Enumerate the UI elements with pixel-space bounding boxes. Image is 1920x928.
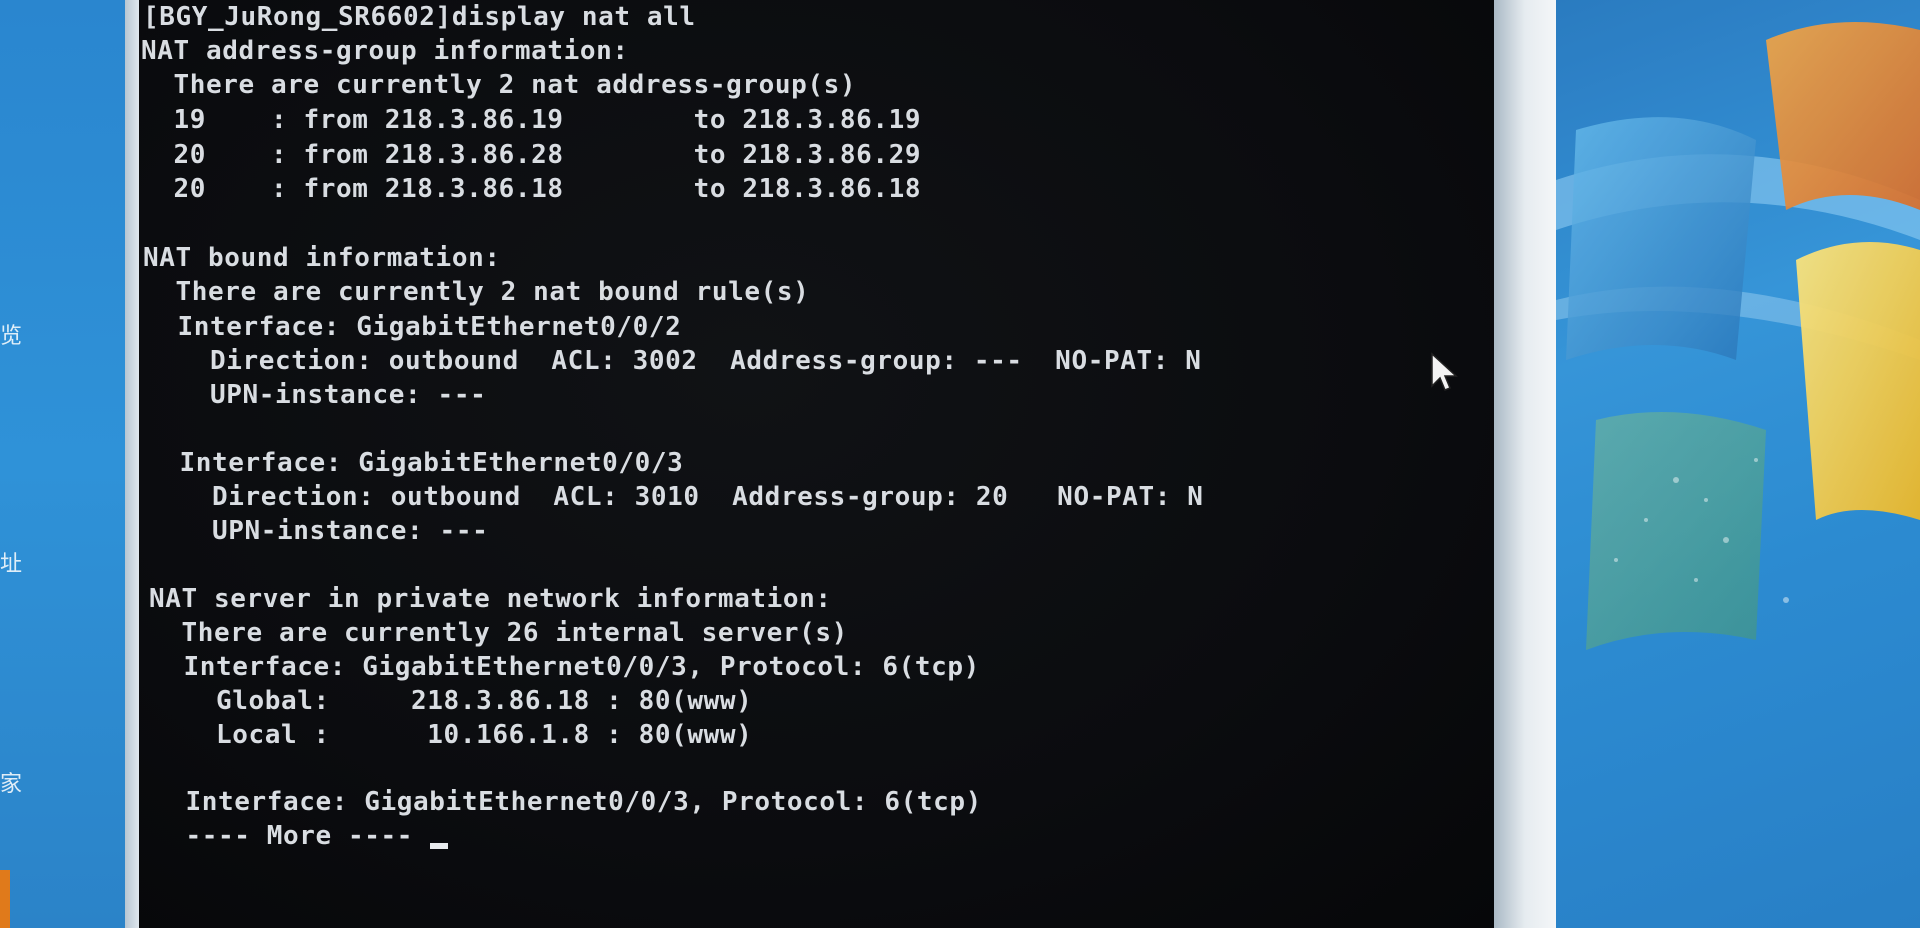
desktop-icon-label[interactable]: 览 — [0, 318, 22, 350]
terminal-more-prompt[interactable]: ---- More ---- — [153, 821, 413, 851]
desktop-wallpaper — [1556, 0, 1920, 928]
terminal-line: NAT address-group information: — [141, 36, 629, 66]
terminal-line: There are currently 2 nat address-group(… — [141, 70, 857, 100]
terminal-line: Interface: GigabitEthernet0/0/3 — [147, 448, 684, 478]
console-window-border-left — [125, 0, 139, 928]
terminal-line: Local : 10.166.1.8 : 80(www) — [151, 720, 753, 750]
terminal-line: Interface: GigabitEthernet0/0/3, Protoco… — [151, 652, 980, 682]
terminal-line: There are currently 26 internal server(s… — [149, 618, 848, 648]
terminal-line: Direction: outbound ACL: 3002 Address-gr… — [145, 346, 1202, 376]
arrow-cursor-icon — [1431, 352, 1458, 391]
terminal-line: Interface: GigabitEthernet0/0/3, Protoco… — [153, 787, 982, 817]
terminal-line: 20 : from 218.3.86.28 to 218.3.86.29 — [141, 140, 922, 170]
console-window-border-right — [1494, 0, 1556, 928]
terminal-line: Interface: GigabitEthernet0/0/2 — [145, 312, 682, 342]
terminal-line: There are currently 2 nat bound rule(s) — [143, 277, 810, 307]
terminal-line: UPN-instance: --- — [147, 516, 489, 546]
terminal-viewport[interactable]: [BGY_JuRong_SR6602]display nat all NAT a… — [139, 0, 1494, 928]
windows-flag-wallpaper — [1556, 0, 1920, 928]
terminal-output: [BGY_JuRong_SR6602]display nat all NAT a… — [139, 0, 1494, 928]
terminal-line: 20 : from 218.3.86.18 to 218.3.86.18 — [141, 174, 922, 204]
text-cursor — [430, 843, 448, 849]
desktop-icon-label[interactable]: 家 — [0, 766, 22, 798]
terminal-line: 19 : from 218.3.86.19 to 218.3.86.19 — [141, 105, 922, 135]
terminal-line: NAT server in private network informatio… — [149, 584, 832, 614]
screen: 览 址 家 [BGY_JuRong_SR6602]display nat all… — [0, 0, 1920, 928]
terminal-line: Direction: outbound ACL: 3010 Address-gr… — [147, 482, 1204, 512]
desktop-icon-fragment[interactable] — [0, 870, 10, 928]
terminal-line-command: [BGY_JuRong_SR6602]display nat all — [143, 2, 696, 32]
terminal-line: Global: 218.3.86.18 : 80(www) — [151, 686, 753, 716]
terminal-line: NAT bound information: — [143, 243, 501, 273]
desktop-left-edge: 览 址 家 — [0, 0, 125, 928]
terminal-line: UPN-instance: --- — [145, 380, 487, 410]
desktop-icon-label[interactable]: 址 — [0, 546, 22, 578]
